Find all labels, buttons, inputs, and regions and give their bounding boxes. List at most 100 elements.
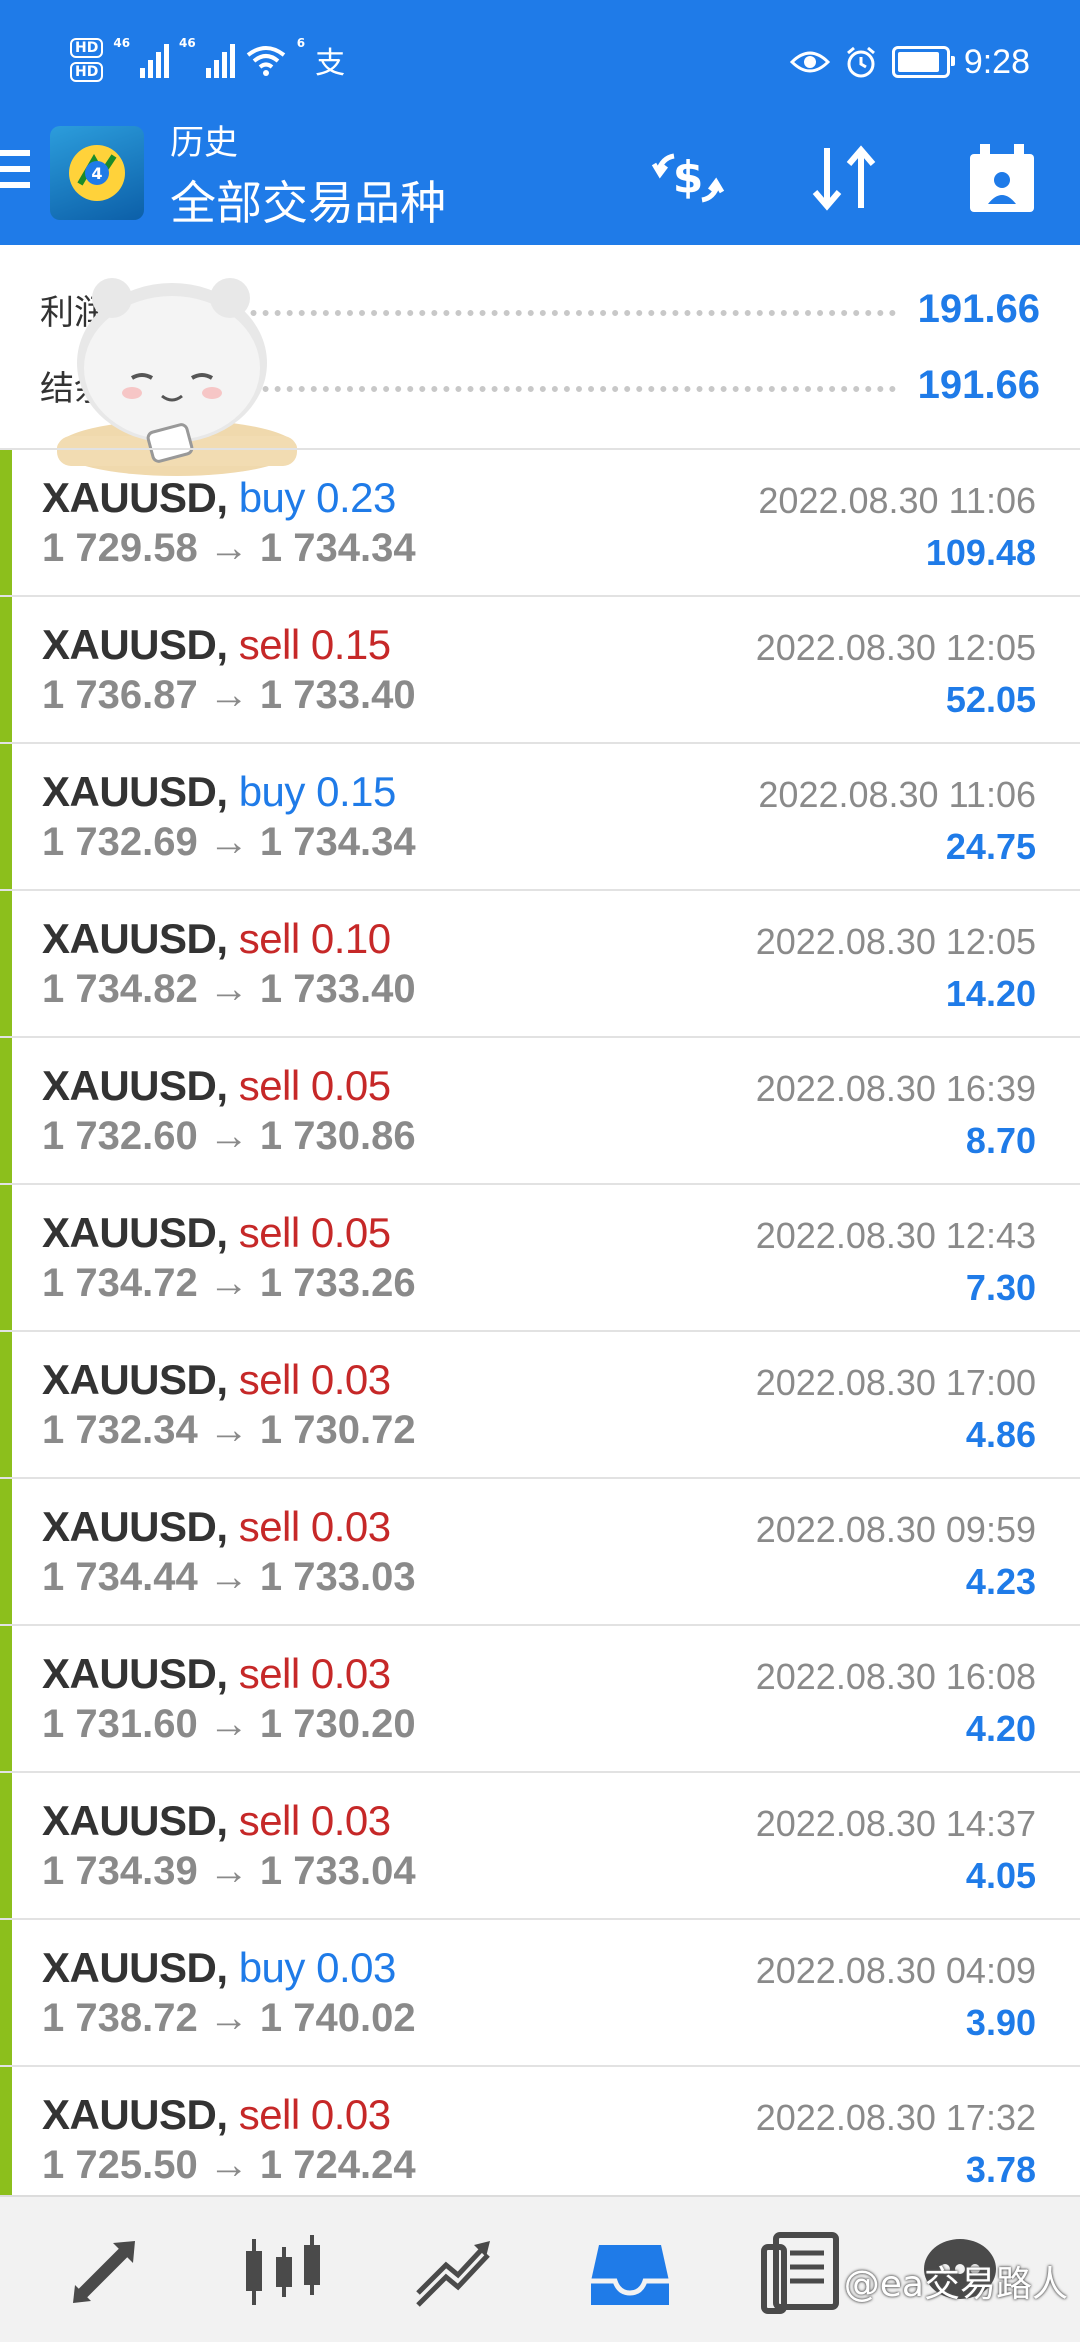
trade-type-volume: sell 0.15	[238, 621, 391, 668]
currency-exchange-icon[interactable]: $	[648, 138, 728, 218]
trade-status-bar	[0, 891, 12, 1036]
trade-row[interactable]: XAUUSD, buy 0.23 1 729.58 → 1 734.34 202…	[0, 450, 1080, 597]
trade-time: 2022.08.30 17:00	[755, 1362, 1036, 1403]
hd-badge-1: HD	[70, 38, 104, 58]
trade-type-volume: sell 0.03	[238, 1650, 391, 1697]
trade-type-volume: buy 0.23	[238, 474, 397, 521]
trade-profit: 24.75	[945, 826, 1036, 867]
signal-icon-2	[205, 42, 235, 78]
app-header: 4 历史 全部交易品种 $	[0, 120, 1080, 245]
status-bar: HD HD 46 46 6 支 9:28	[0, 0, 1080, 120]
trade-symbol: XAUUSD,	[42, 1503, 228, 1550]
calendar-icon[interactable]	[962, 138, 1042, 218]
trade-profit: 52.05	[945, 679, 1036, 720]
trade-symbol: XAUUSD,	[42, 915, 228, 962]
trade-symbol: XAUUSD,	[42, 1062, 228, 1109]
symbol-filter[interactable]: 全部交易品种	[170, 172, 446, 234]
wifi-icon	[246, 46, 285, 76]
trade-row[interactable]: XAUUSD, sell 0.05 1 732.60 → 1 730.86 20…	[0, 1038, 1080, 1185]
balance-value: 191.66	[917, 362, 1040, 407]
news-icon[interactable]	[758, 2227, 848, 2317]
trade-status-bar	[0, 744, 12, 889]
trade-profit: 109.48	[925, 532, 1036, 573]
trade-row[interactable]: XAUUSD, sell 0.03 1 731.60 → 1 730.20 20…	[0, 1626, 1080, 1773]
trade-time: 2022.08.30 16:39	[755, 1068, 1036, 1109]
trade-profit: 14.20	[945, 973, 1036, 1014]
trade-status-bar	[0, 450, 12, 595]
trade-symbol-line: XAUUSD, buy 0.03	[42, 1944, 396, 1992]
network-gen-2: 46	[179, 36, 196, 50]
page-title: 历史	[170, 123, 238, 163]
trade-profit: 7.30	[965, 1267, 1036, 1308]
trade-symbol: XAUUSD,	[42, 1356, 228, 1403]
trade-profit: 4.23	[965, 1561, 1036, 1602]
status-left-indicators: HD HD 46 46 6 支	[70, 30, 345, 90]
trade-row[interactable]: XAUUSD, sell 0.03 1 734.39 → 1 733.04 20…	[0, 1773, 1080, 1920]
trade-status-bar	[0, 1920, 12, 2065]
trade-prices: 1 734.44 → 1 733.03	[42, 1555, 416, 1599]
history-icon[interactable]	[585, 2227, 675, 2317]
trade-status-bar	[0, 597, 12, 742]
trade-symbol: XAUUSD,	[42, 1650, 228, 1697]
trade-symbol: XAUUSD,	[42, 621, 228, 668]
trade-symbol: XAUUSD,	[42, 1797, 228, 1844]
trade-row[interactable]: XAUUSD, sell 0.03 1 725.50 → 1 724.24 20…	[0, 2067, 1080, 2214]
trade-time: 2022.08.30 09:59	[755, 1509, 1036, 1550]
trade-prices: 1 738.72 → 1 740.02	[42, 1996, 416, 2040]
eye-icon	[789, 51, 830, 73]
trade-status-bar	[0, 1479, 12, 1624]
trade-row[interactable]: XAUUSD, sell 0.03 1 734.44 → 1 733.03 20…	[0, 1479, 1080, 1626]
trade-time: 2022.08.30 14:37	[755, 1803, 1036, 1844]
trade-time: 2022.08.30 04:09	[755, 1950, 1036, 1991]
chart-icon[interactable]	[238, 2227, 328, 2317]
trade-time: 2022.08.30 16:08	[755, 1656, 1036, 1697]
trade-profit: 4.20	[965, 1708, 1036, 1749]
trade-status-bar	[0, 1773, 12, 1918]
trade-prices: 1 725.50 → 1 724.24	[42, 2143, 416, 2187]
trade-status-bar	[0, 1185, 12, 1330]
alipay-icon: 支	[315, 46, 346, 81]
trade-time: 2022.08.30 12:05	[755, 921, 1036, 962]
trade-symbol-line: XAUUSD, buy 0.23	[42, 474, 396, 522]
trade-row[interactable]: XAUUSD, sell 0.15 1 736.87 → 1 733.40 20…	[0, 597, 1080, 744]
trade-status-bar	[0, 1038, 12, 1183]
trade-icon[interactable]	[410, 2227, 500, 2317]
network-gen-1: 46	[113, 36, 131, 50]
wifi-gen: 6	[296, 36, 306, 50]
app-logo: 4	[50, 126, 144, 220]
trade-type-volume: buy 0.15	[238, 768, 397, 815]
trade-symbol: XAUUSD,	[42, 768, 228, 815]
trade-time: 2022.08.30 11:06	[758, 480, 1036, 521]
trade-symbol-line: XAUUSD, sell 0.03	[42, 2091, 391, 2139]
trade-row[interactable]: XAUUSD, sell 0.05 1 734.72 → 1 733.26 20…	[0, 1185, 1080, 1332]
watermark-text: @ea交易路人	[843, 2264, 1068, 2305]
trade-status-bar	[0, 1332, 12, 1477]
trade-type-volume: sell 0.05	[238, 1062, 391, 1109]
hd-indicator: HD HD	[70, 38, 104, 82]
svg-text:4: 4	[91, 164, 102, 183]
menu-icon[interactable]	[0, 150, 30, 200]
trade-profit: 3.78	[965, 2149, 1036, 2190]
trade-type-volume: sell 0.03	[238, 1503, 391, 1550]
status-right-indicators: 9:28	[789, 34, 1030, 90]
trade-time: 2022.08.30 12:05	[755, 627, 1036, 668]
sort-icon[interactable]	[805, 138, 885, 218]
trade-prices: 1 732.34 → 1 730.72	[42, 1408, 416, 1452]
trade-prices: 1 732.69 → 1 734.34	[42, 820, 416, 864]
trade-row[interactable]: XAUUSD, buy 0.03 1 738.72 → 1 740.02 202…	[0, 1920, 1080, 2067]
trade-prices: 1 732.60 → 1 730.86	[42, 1114, 416, 1158]
trade-prices: 1 736.87 → 1 733.40	[42, 673, 416, 717]
trade-time: 2022.08.30 11:06	[758, 774, 1036, 815]
trade-row[interactable]: XAUUSD, buy 0.15 1 732.69 → 1 734.34 202…	[0, 744, 1080, 891]
signal-icon	[140, 42, 170, 78]
trade-symbol-line: XAUUSD, sell 0.05	[42, 1062, 391, 1110]
trade-symbol-line: XAUUSD, sell 0.03	[42, 1797, 391, 1845]
trade-row[interactable]: XAUUSD, sell 0.10 1 734.82 → 1 733.40 20…	[0, 891, 1080, 1038]
trade-symbol-line: XAUUSD, sell 0.10	[42, 915, 391, 963]
trade-time: 2022.08.30 12:43	[755, 1215, 1036, 1256]
trade-type-volume: sell 0.03	[238, 1356, 391, 1403]
trade-row[interactable]: XAUUSD, sell 0.03 1 732.34 → 1 730.72 20…	[0, 1332, 1080, 1479]
quotes-icon[interactable]	[65, 2227, 155, 2317]
trade-type-volume: sell 0.03	[238, 1797, 391, 1844]
battery-icon	[891, 46, 955, 78]
